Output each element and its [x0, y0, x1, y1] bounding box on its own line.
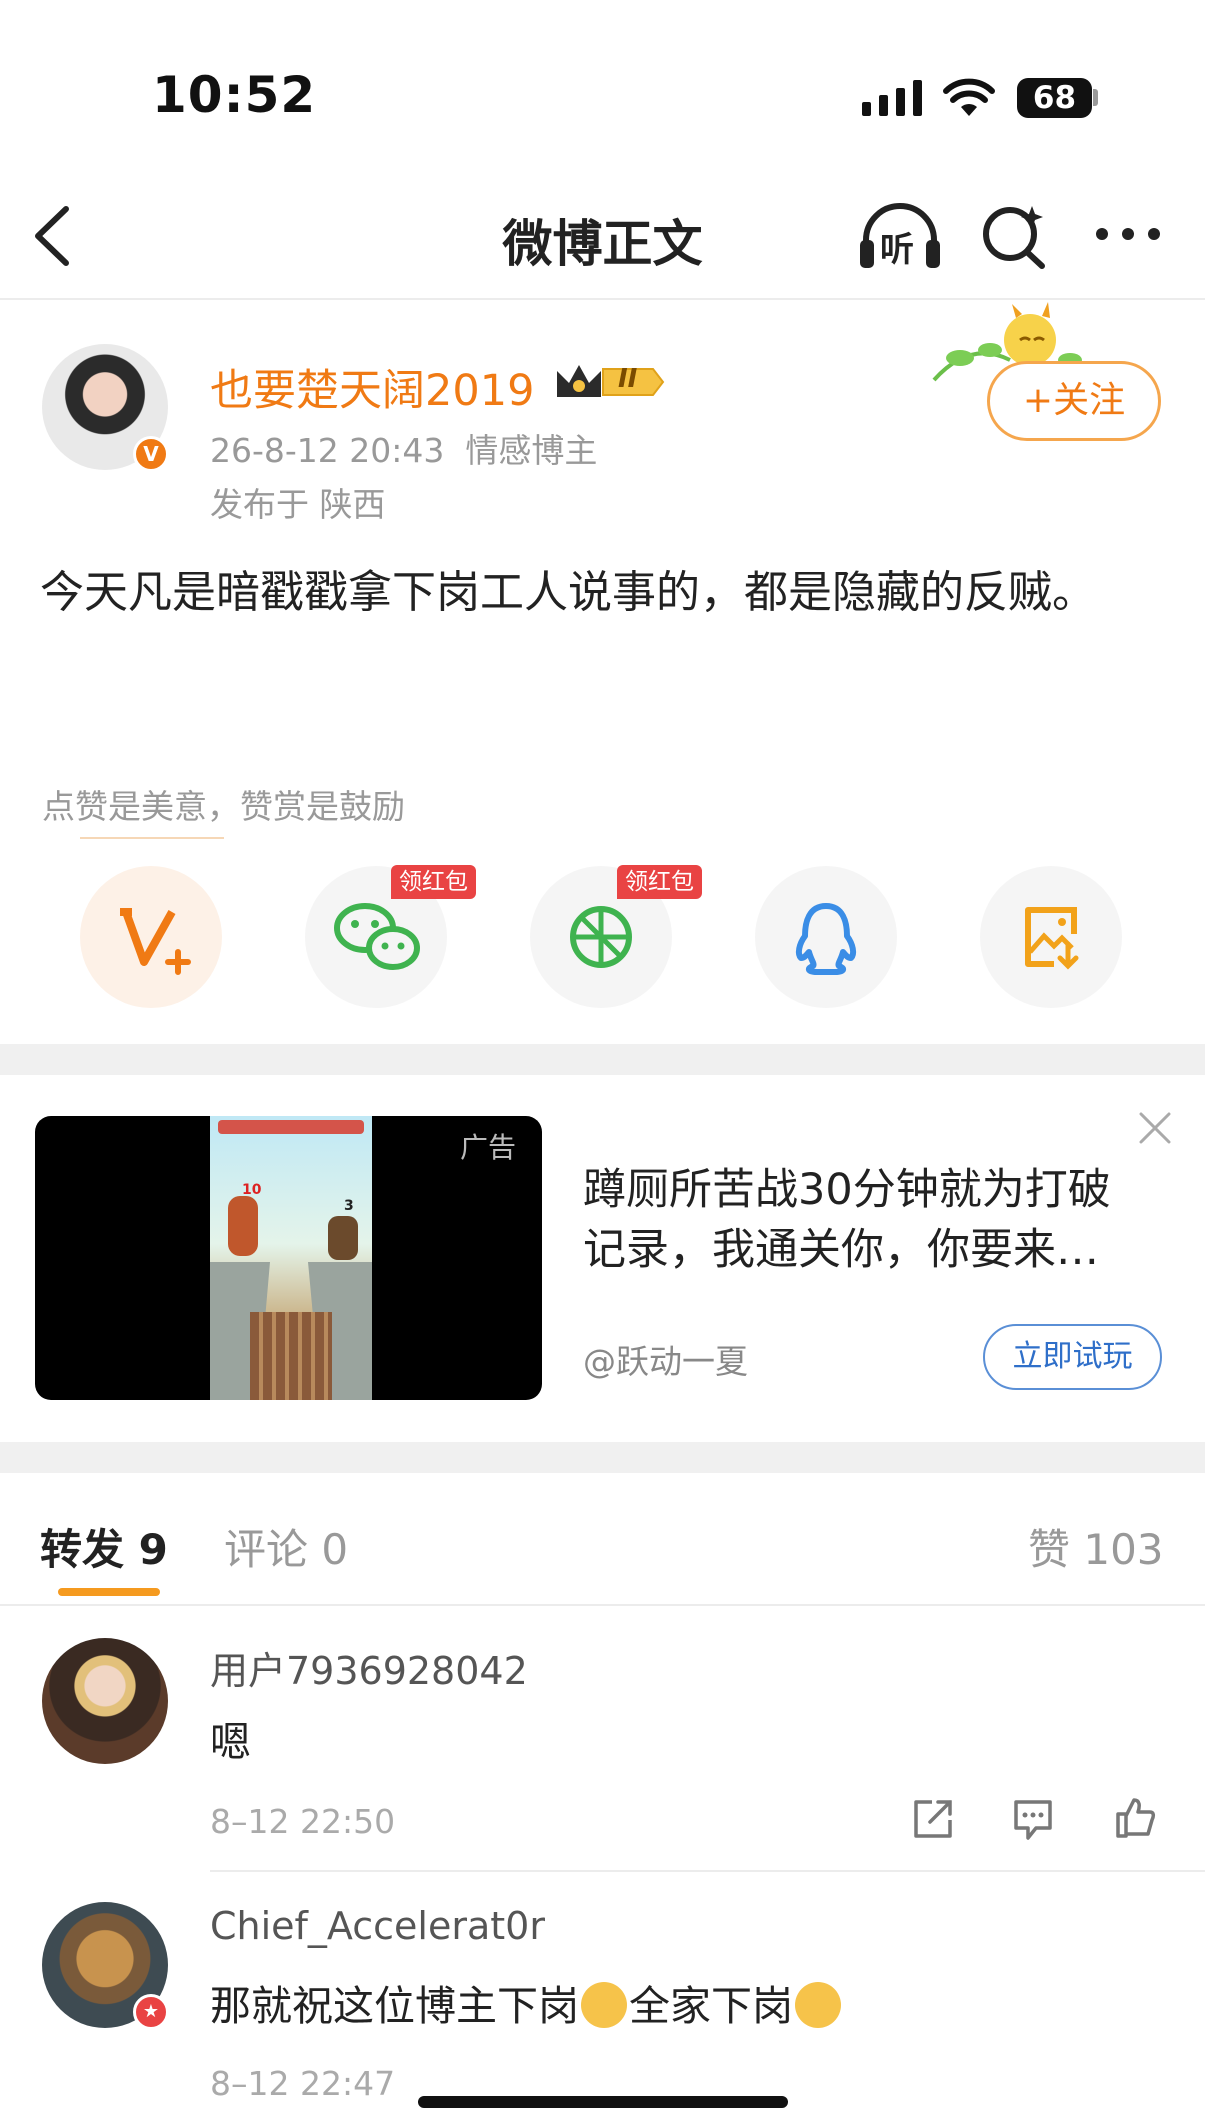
verified-badge: V — [133, 436, 169, 472]
save-image-button[interactable] — [980, 866, 1122, 1008]
post-location: 发布于 陕西 — [210, 485, 386, 524]
more-options-icon[interactable] — [1094, 224, 1162, 244]
search-icon[interactable] — [980, 200, 1048, 270]
game-character-boy — [328, 1216, 358, 1260]
close-icon[interactable] — [1137, 1110, 1173, 1146]
list-item: ★ Chief_Accelerat0r 那就祝这位博主下岗 全家下岗 8–12 2… — [0, 1872, 1205, 2120]
tab-like[interactable]: 赞 103 — [1028, 1516, 1164, 1577]
ad-try-now-button[interactable]: 立即试玩 — [983, 1324, 1162, 1390]
game-spikes — [250, 1312, 332, 1400]
comment-icon[interactable] — [1010, 1796, 1056, 1842]
clapping-hands-icon — [795, 1982, 841, 2028]
follow-button[interactable]: +关注 — [987, 361, 1161, 441]
level-badge: II — [618, 364, 638, 394]
reward-pointer — [80, 837, 224, 839]
listen-label: 听 — [880, 230, 914, 270]
listen-button[interactable]: 听 — [858, 200, 942, 272]
qq-icon — [795, 903, 857, 975]
comment-username[interactable]: Chief_Accelerat0r — [210, 1904, 545, 1948]
reward-hint: 点赞是美意，赞赏是鼓励 — [42, 787, 405, 826]
ad-source: @跃动一夏 — [583, 1342, 748, 1381]
comment-text-part2: 全家下岗 — [629, 1982, 793, 2030]
verified-badge-red: ★ — [133, 1994, 169, 2030]
section-divider — [0, 1442, 1205, 1473]
vip-crown-icon — [557, 365, 665, 397]
section-divider — [0, 1044, 1205, 1075]
comment-text: 嗯 — [210, 1718, 251, 1766]
status-time: 10:52 — [152, 66, 317, 124]
author-name[interactable]: 也要楚天阔2019 — [210, 356, 534, 418]
save-image-icon — [1025, 907, 1079, 970]
red-packet-tag-2: 领红包 — [617, 865, 702, 899]
home-indicator — [418, 2096, 788, 2108]
comment-time: 8–12 22:50 — [210, 1802, 396, 1841]
comment-time: 8–12 22:47 — [210, 2064, 396, 2103]
ad-label: 广告 — [460, 1131, 517, 1164]
comment-username[interactable]: 用户7936928042 — [210, 1640, 528, 1695]
comment-text-part1: 那就祝这位博主下岗 — [210, 1982, 579, 2030]
post-category: 情感博主 — [465, 431, 598, 470]
wifi-icon — [943, 78, 995, 116]
post-body: 今天凡是暗戳戳拿下岗工人说事的，都是隐藏的反贼。 — [40, 567, 1096, 618]
repost-icon[interactable] — [910, 1796, 956, 1842]
tabs-divider — [0, 1604, 1205, 1606]
list-item: 用户7936928042 嗯 8–12 22:50 — [0, 1610, 1205, 1870]
game-banner — [218, 1120, 364, 1134]
like-icon[interactable] — [1112, 1794, 1158, 1840]
ad-title[interactable]: 蹲厕所苦战30分钟就为打破记录，我通关你，你要来… — [583, 1160, 1143, 1280]
comment-text: 那就祝这位博主下岗 全家下岗 — [210, 1972, 843, 2032]
battery-indicator: 68 — [1017, 78, 1092, 118]
active-tab-indicator — [58, 1588, 160, 1596]
post-time-value: 26-8-12 20:43 — [210, 431, 445, 470]
share-qq-button[interactable] — [755, 866, 897, 1008]
post-time: 26-8-12 20:43 情感博主 — [210, 424, 597, 472]
v-plus-icon — [120, 908, 191, 975]
battery-cap — [1093, 89, 1098, 106]
avatar[interactable] — [42, 1638, 168, 1764]
game-character-girl — [228, 1196, 258, 1256]
game-score-right: 3 — [344, 1198, 354, 1214]
reward-v-button[interactable] — [80, 866, 222, 1008]
tab-comment[interactable]: 评论 0 — [224, 1516, 348, 1577]
cellular-signal-icon — [862, 80, 922, 116]
ad-game-preview: 10 3 — [210, 1116, 372, 1400]
clapping-hands-icon — [581, 1982, 627, 2028]
red-packet-tag-1: 领红包 — [391, 865, 476, 899]
tab-repost[interactable]: 转发 9 — [40, 1516, 168, 1577]
